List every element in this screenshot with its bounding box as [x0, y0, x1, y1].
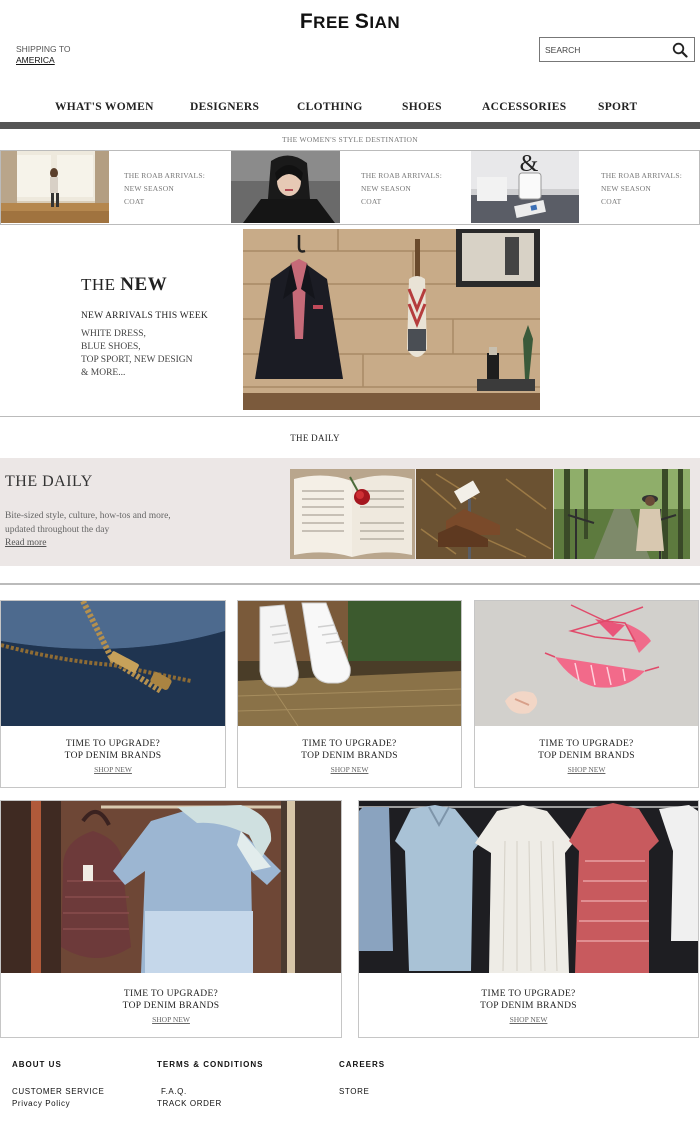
nav-shoes[interactable]: SHOES — [402, 101, 442, 113]
footer-col-1: CUSTOMER SERVICE Privacy Policy — [12, 1086, 104, 1110]
arrival-image-2[interactable] — [231, 151, 340, 223]
main-nav: WHAT'S WOMEN DESIGNERS CLOTHING SHOES AC… — [0, 101, 700, 117]
shipping-label: SHIPPING TO — [16, 44, 71, 54]
product-image-5 — [359, 801, 698, 973]
hero-items: WHITE DRESS, BLUE SHOES, TOP SPORT, NEW … — [81, 329, 193, 378]
search-input[interactable] — [545, 43, 665, 57]
footer-track-order[interactable]: TRACK ORDER — [157, 1098, 222, 1110]
svg-text:&: & — [520, 151, 539, 177]
product-image-4 — [1, 801, 341, 973]
arrival-image-3[interactable]: & — [471, 151, 579, 223]
hero-image[interactable] — [243, 229, 540, 410]
shop-new-link-3[interactable]: SHOP NEW — [475, 765, 698, 774]
shop-new-link-1[interactable]: SHOP NEW — [1, 765, 225, 774]
shop-new-link-4[interactable]: SHOP NEW — [1, 1015, 341, 1024]
logo[interactable]: FREE SIAN — [0, 10, 700, 34]
footer-careers[interactable]: CAREERS — [339, 1060, 385, 1069]
read-more-link[interactable]: Read more — [5, 538, 46, 548]
search-box — [539, 37, 695, 62]
shipping-info: SHIPPING TO AMERICA — [16, 44, 70, 66]
daily-heading: THE DAILY — [290, 433, 340, 443]
daily-image-1[interactable] — [290, 469, 415, 559]
footer-about-us[interactable]: ABOUT US — [12, 1060, 62, 1069]
arrival-text-3[interactable]: THE ROAB ARRIVALS: NEW SEASON COAT — [601, 169, 682, 208]
daily-title: THE DAILY — [5, 473, 93, 490]
product-image-3 — [475, 601, 698, 726]
daily-image-3[interactable] — [554, 469, 690, 559]
hero-title: THE NEW — [81, 274, 168, 295]
arrival-image-1[interactable] — [1, 151, 109, 223]
product-card-1[interactable]: TIME TO UPGRADE? TOP DENIM BRANDS SHOP N… — [0, 600, 226, 788]
nav-sport[interactable]: SPORT — [598, 101, 637, 113]
nav-divider — [0, 122, 700, 129]
product-card-2[interactable]: TIME TO UPGRADE? TOP DENIM BRANDS SHOP N… — [237, 600, 462, 788]
product-title-3: TIME TO UPGRADE? TOP DENIM BRANDS — [538, 739, 635, 761]
product-card-3[interactable]: TIME TO UPGRADE? TOP DENIM BRANDS SHOP N… — [474, 600, 699, 788]
shop-new-link-2[interactable]: SHOP NEW — [238, 765, 461, 774]
daily-description: Bite-sized style, culture, how-tos and m… — [5, 511, 171, 535]
arrival-text-1[interactable]: THE ROAB ARRIVALS: NEW SEASON COAT — [124, 169, 205, 208]
nav-accessories[interactable]: ACCESSORIES — [482, 101, 566, 113]
product-image-1 — [1, 601, 225, 726]
footer-col-3: STORE — [339, 1086, 369, 1098]
product-card-4[interactable]: TIME TO UPGRADE? TOP DENIM BRANDS SHOP N… — [0, 800, 342, 1038]
footer-customer-service[interactable]: CUSTOMER SERVICE — [12, 1086, 104, 1098]
product-image-2 — [238, 601, 461, 726]
search-icon[interactable] — [672, 42, 688, 58]
hero-divider — [0, 416, 700, 417]
footer-store[interactable]: STORE — [339, 1086, 369, 1098]
footer-col-2: F.A.Q. TRACK ORDER — [157, 1086, 222, 1110]
hero-subtitle: NEW ARRIVALS THIS WEEK — [81, 311, 208, 321]
shipping-country-link[interactable]: AMERICA — [16, 55, 70, 66]
nav-clothing[interactable]: CLOTHING — [297, 101, 363, 113]
nav-whats-women[interactable]: WHAT'S WOMEN — [55, 101, 154, 113]
tagline: THE WOMEN'S STYLE DESTINATION — [282, 135, 418, 144]
shop-new-link-5[interactable]: SHOP NEW — [359, 1015, 698, 1024]
nav-designers[interactable]: DESIGNERS — [190, 101, 259, 113]
footer-terms[interactable]: TERMS & CONDITIONS — [157, 1060, 263, 1069]
product-card-5[interactable]: TIME TO UPGRADE? TOP DENIM BRANDS SHOP N… — [358, 800, 699, 1038]
footer-faq[interactable]: F.A.Q. — [157, 1086, 222, 1098]
product-title-2: TIME TO UPGRADE? TOP DENIM BRANDS — [301, 739, 398, 761]
product-title-1: TIME TO UPGRADE? TOP DENIM BRANDS — [64, 739, 162, 761]
daily-divider — [0, 583, 700, 585]
footer-privacy-policy[interactable]: Privacy Policy — [12, 1098, 104, 1110]
product-title-4: TIME TO UPGRADE? TOP DENIM BRANDS — [122, 989, 220, 1011]
daily-image-2[interactable] — [416, 469, 553, 559]
product-title-5: TIME TO UPGRADE? TOP DENIM BRANDS — [480, 989, 577, 1011]
arrival-text-2[interactable]: THE ROAB ARRIVALS: NEW SEASON COAT — [361, 169, 442, 208]
